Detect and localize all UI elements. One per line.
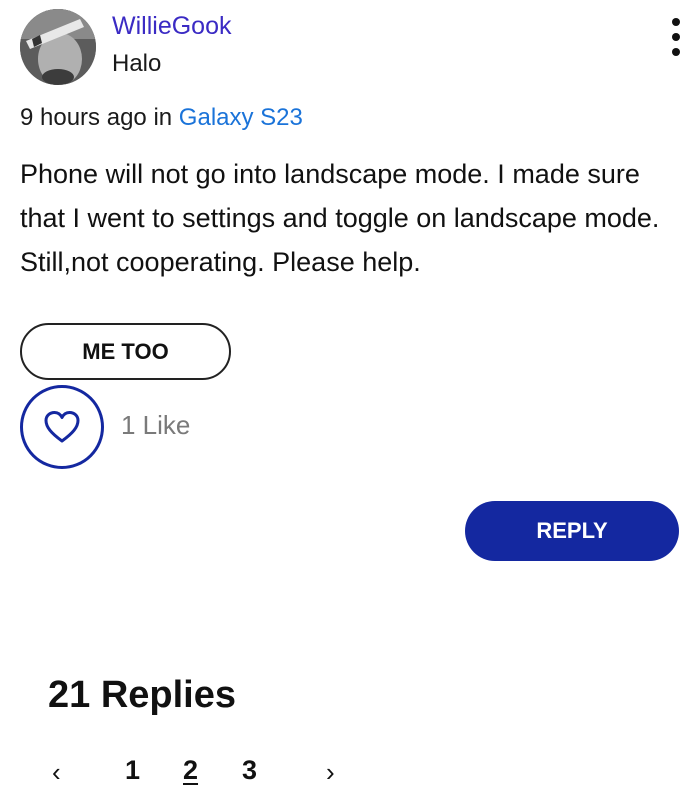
like-button[interactable] — [20, 385, 104, 469]
post-meta: 9 hours ago in Galaxy S23 — [20, 104, 303, 132]
chevron-left-icon[interactable]: ‹ — [52, 757, 61, 788]
page-link-2-current[interactable]: 2 — [183, 755, 198, 786]
post-timestamp: 9 hours ago — [20, 104, 147, 131]
post-body: Phone will not go into landscape mode. I… — [20, 159, 660, 277]
post-meta-in: in — [153, 104, 173, 131]
page-link-1[interactable]: 1 — [125, 755, 140, 786]
avatar-image — [20, 9, 96, 85]
avatar[interactable] — [20, 9, 96, 85]
pagination: ‹ 1 2 3 › — [0, 755, 700, 795]
page-link-3[interactable]: 3 — [242, 755, 257, 786]
heart-icon — [44, 411, 80, 443]
chevron-right-icon[interactable]: › — [326, 757, 335, 788]
like-count: 1 Like — [121, 410, 191, 440]
reply-button[interactable]: REPLY — [465, 501, 679, 561]
replies-heading: 21 Replies — [48, 674, 236, 716]
author-rank: Halo — [112, 50, 162, 77]
author-username-link[interactable]: WillieGook — [112, 12, 231, 41]
more-vertical-icon[interactable] — [664, 18, 688, 56]
board-link[interactable]: Galaxy S23 — [179, 104, 303, 131]
me-too-button[interactable]: ME TOO — [20, 323, 231, 380]
